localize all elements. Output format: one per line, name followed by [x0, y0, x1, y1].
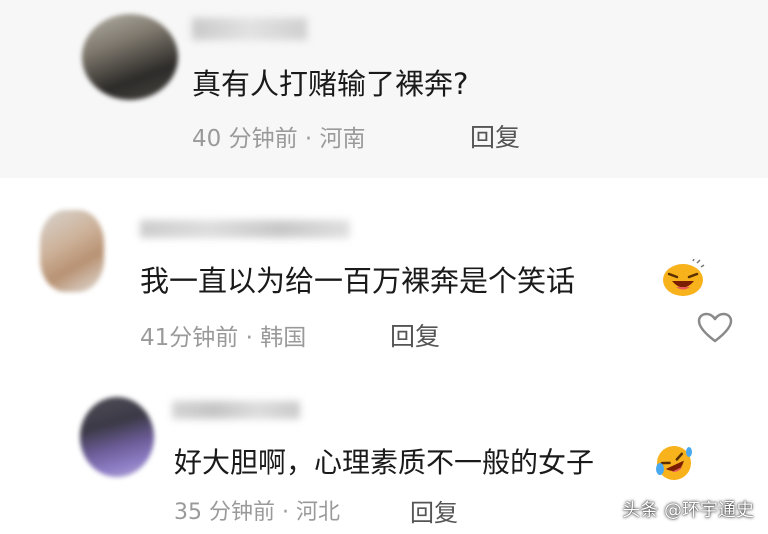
laughing-face-icon — [661, 258, 705, 301]
avatar[interactable] — [82, 14, 178, 100]
comment-time: 35 分钟前 — [174, 500, 275, 525]
comment-time: 40 分钟前 — [192, 126, 298, 152]
comment-meta: 41分钟前 · 韩国 — [140, 318, 306, 352]
heart-outline-icon[interactable] — [697, 312, 733, 348]
comment-location: 韩国 — [260, 325, 307, 351]
reply-button[interactable]: 回复 — [470, 118, 520, 154]
rofl-face-icon — [654, 443, 694, 487]
comment-meta: 40 分钟前 · 河南 — [192, 119, 366, 153]
username-blurred[interactable] — [140, 220, 350, 238]
comment-text: 真有人打赌输了裸奔? — [192, 67, 469, 101]
comment-location: 河北 — [296, 500, 341, 525]
meta-separator: · — [304, 126, 313, 152]
avatar[interactable] — [40, 210, 104, 292]
comment-time: 41分钟前 — [140, 325, 239, 351]
meta-separator: · — [282, 500, 289, 525]
watermark: 头条 @环宇通史 — [622, 500, 754, 521]
reply-button[interactable]: 回复 — [410, 493, 458, 528]
comment-item-1: 真有人打赌输了裸奔? 40 分钟前 · 河南 回复 — [0, 0, 768, 178]
comment-text: 好大胆啊，心理素质不一般的女子 — [174, 446, 595, 479]
comment-item-2: 我一直以为给一百万裸奔是个笑话 41分钟前 · 韩国 回复 — [0, 178, 768, 363]
username-blurred[interactable] — [172, 401, 300, 419]
username-blurred[interactable] — [192, 18, 307, 40]
comment-text: 我一直以为给一百万裸奔是个笑话 — [140, 264, 576, 298]
avatar[interactable] — [80, 397, 154, 477]
comment-meta: 35 分钟前 · 河北 — [174, 494, 340, 526]
reply-button[interactable]: 回复 — [390, 317, 440, 353]
meta-separator: · — [245, 325, 253, 351]
comment-location: 河南 — [319, 126, 366, 152]
